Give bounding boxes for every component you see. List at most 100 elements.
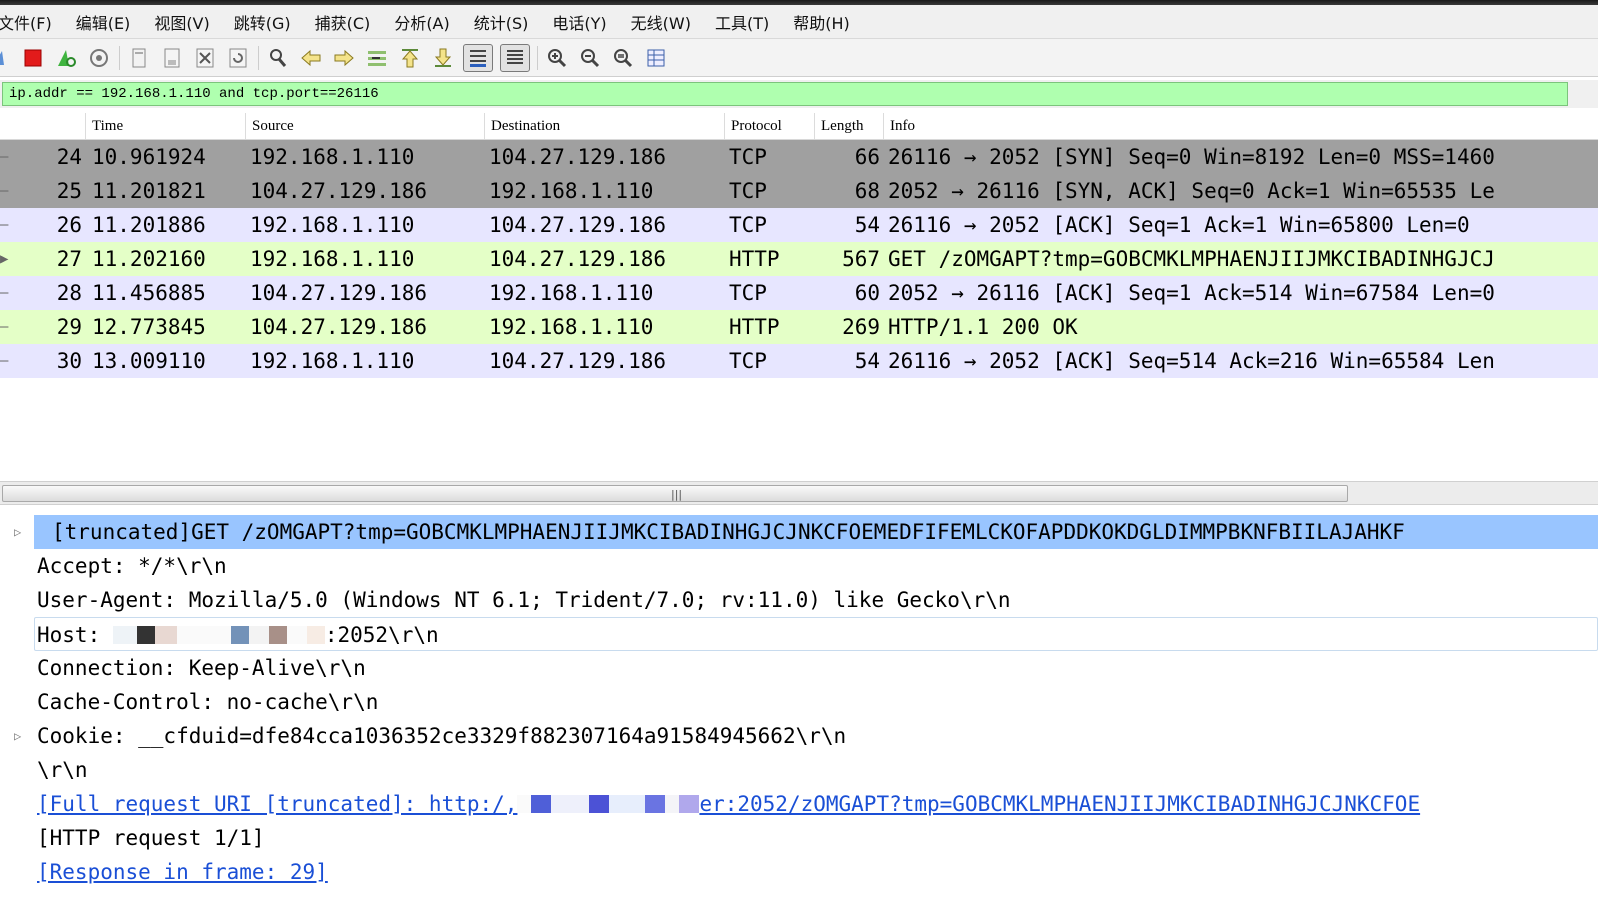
menu-edit[interactable]: 编辑(E)	[64, 10, 143, 34]
go-to-packet-button[interactable]	[364, 45, 390, 71]
open-file-button[interactable]	[126, 45, 152, 71]
packet-list-horizontal-scrollbar[interactable]: |||	[0, 481, 1598, 505]
packet-length: 68	[854, 179, 880, 203]
zoom-normal-button[interactable]	[610, 45, 636, 71]
display-filter-input[interactable]: ip.addr == 192.168.1.110 and tcp.port==2…	[2, 82, 1568, 106]
detail-row[interactable]: Accept: */*\r\n	[0, 549, 1598, 583]
go-last-packet-button[interactable]	[430, 45, 456, 71]
packet-number: 26	[56, 213, 82, 237]
column-header-source[interactable]: Source	[245, 113, 484, 139]
packet-row[interactable]: – 28 11.456885 104.27.129.186 192.168.1.…	[0, 276, 1598, 310]
packet-row[interactable]: – 26 11.201886 192.168.1.110 104.27.129.…	[0, 208, 1598, 242]
packet-row[interactable]: – 30 13.009110 192.168.1.110 104.27.129.…	[0, 344, 1598, 378]
go-first-packet-button[interactable]	[397, 45, 423, 71]
detail-row[interactable]: Connection: Keep-Alive\r\n	[0, 651, 1598, 685]
detail-row[interactable]: Cache-Control: no-cache\r\n	[0, 685, 1598, 719]
arrow-down-last-icon	[434, 48, 452, 67]
packet-destination: 104.27.129.186	[489, 145, 667, 169]
packet-info: 26116 → 2052 [ACK] Seq=514 Ack=216 Win=6…	[888, 349, 1495, 373]
redacted-block	[609, 795, 646, 813]
restart-capture-button[interactable]	[53, 45, 79, 71]
packet-row[interactable]: – 24 10.961924 192.168.1.110 104.27.129.…	[0, 140, 1598, 174]
toolbar-separator	[537, 45, 538, 70]
column-header-time[interactable]: Time	[85, 113, 245, 139]
menu-wireless[interactable]: 无线(W)	[619, 10, 703, 34]
save-file-icon	[164, 48, 180, 67]
detail-request-line-selected[interactable]: [truncated]GET /zOMGAPT?tmp=GOBCMKLMPHAE…	[34, 515, 1598, 549]
detail-accept: Accept: */*\r\n	[37, 554, 227, 578]
full-request-uri-link[interactable]: [Full request URI [truncated]: http:/, er…	[37, 787, 1420, 821]
column-header-no[interactable]	[0, 113, 85, 139]
redacted-block	[589, 795, 610, 813]
reload-file-button[interactable]	[225, 45, 251, 71]
colorize-toggle[interactable]	[500, 43, 530, 72]
packet-protocol: TCP	[729, 213, 767, 237]
packet-row[interactable]: – 25 11.201821 104.27.129.186 192.168.1.…	[0, 174, 1598, 208]
arrow-up-first-icon	[401, 48, 419, 67]
stop-capture-button[interactable]	[20, 45, 46, 71]
menu-view[interactable]: 视图(V)	[142, 10, 221, 34]
detail-request-line-row[interactable]: ▷ [truncated]GET /zOMGAPT?tmp=GOBCMKLMPH…	[0, 515, 1598, 549]
menu-analyze[interactable]: 分析(A)	[382, 10, 461, 34]
zoom-out-button[interactable]	[577, 45, 603, 71]
detail-response-row[interactable]: [Response in frame: 29]	[0, 855, 1598, 889]
redacted-block	[112, 626, 137, 644]
column-header-destination[interactable]: Destination	[484, 113, 724, 139]
detail-host-row[interactable]: Host: :2052\r\n	[34, 617, 1598, 651]
packet-length: 269	[842, 315, 880, 339]
packet-destination: 104.27.129.186	[489, 349, 667, 373]
menu-go[interactable]: 跳转(G)	[222, 10, 303, 34]
start-capture-button[interactable]	[0, 45, 16, 71]
packet-number: 30	[56, 349, 82, 373]
redacted-block	[136, 626, 155, 644]
menu-statistics[interactable]: 统计(S)	[462, 10, 541, 34]
packet-time: 10.961924	[92, 145, 206, 169]
detail-row[interactable]: User-Agent: Mozilla/5.0 (Windows NT 6.1;…	[0, 583, 1598, 617]
auto-scroll-toggle[interactable]	[463, 43, 493, 72]
packet-destination: 192.168.1.110	[489, 179, 654, 203]
detail-full-uri-row[interactable]: [Full request URI [truncated]: http:/, er…	[0, 787, 1598, 821]
packet-length: 54	[854, 213, 880, 237]
redacted-block	[551, 795, 590, 813]
scrollbar-thumb[interactable]: |||	[2, 485, 1348, 502]
expand-arrow-icon[interactable]: ▷	[14, 719, 28, 753]
menu-help[interactable]: 帮助(H)	[781, 10, 862, 34]
packet-source: 104.27.129.186	[250, 281, 428, 305]
menu-telephony[interactable]: 电话(Y)	[540, 10, 618, 34]
packet-number: 29	[56, 315, 82, 339]
detail-cookie-row[interactable]: ▷ Cookie: __cfduid=dfe84cca1036352ce3329…	[0, 719, 1598, 753]
packet-info: 2052 → 26116 [ACK] Seq=1 Ack=514 Win=675…	[888, 281, 1495, 305]
detail-row[interactable]: [HTTP request 1/1]	[0, 821, 1598, 855]
packet-time: 11.201886	[92, 213, 206, 237]
expand-arrow-icon[interactable]: ▷	[14, 515, 28, 549]
menu-file[interactable]: 文件(F)	[0, 10, 64, 34]
zoom-in-button[interactable]	[544, 45, 570, 71]
menu-tools[interactable]: 工具(T)	[703, 10, 781, 34]
redacted-block	[176, 626, 231, 644]
packet-info: HTTP/1.1 200 OK	[888, 315, 1078, 339]
find-packet-button[interactable]	[265, 45, 291, 71]
zoom-out-icon	[581, 48, 600, 67]
menu-capture[interactable]: 捕获(C)	[303, 10, 383, 34]
detail-row[interactable]: \r\n	[0, 753, 1598, 787]
go-back-button[interactable]	[298, 45, 324, 71]
column-header-info[interactable]: Info	[883, 113, 1598, 139]
capture-options-button[interactable]	[86, 45, 112, 71]
stop-icon	[24, 49, 42, 66]
redacted-block	[154, 626, 177, 644]
reload-file-icon	[229, 48, 247, 67]
close-file-button[interactable]	[192, 45, 218, 71]
response-in-frame-link[interactable]: [Response in frame: 29]	[37, 855, 328, 889]
go-forward-button[interactable]	[331, 45, 357, 71]
resize-columns-button[interactable]	[643, 45, 669, 71]
auto-scroll-icon	[470, 49, 486, 67]
scrollbar-grip-icon: |||	[671, 488, 683, 501]
packet-row[interactable]: – 29 12.773845 104.27.129.186 192.168.1.…	[0, 310, 1598, 344]
column-header-protocol[interactable]: Protocol	[724, 113, 814, 139]
packet-row-selected[interactable]: ▶ 27 11.202160 192.168.1.110 104.27.129.…	[0, 242, 1598, 276]
redacted-block	[230, 626, 249, 644]
packet-info: GET /zOMGAPT?tmp=GOBCMKLMPHAENJIIJMKCIBA…	[888, 247, 1495, 271]
column-header-length[interactable]: Length	[814, 113, 883, 139]
save-file-button[interactable]	[159, 45, 185, 71]
packet-info: 26116 → 2052 [SYN] Seq=0 Win=8192 Len=0 …	[888, 145, 1495, 169]
